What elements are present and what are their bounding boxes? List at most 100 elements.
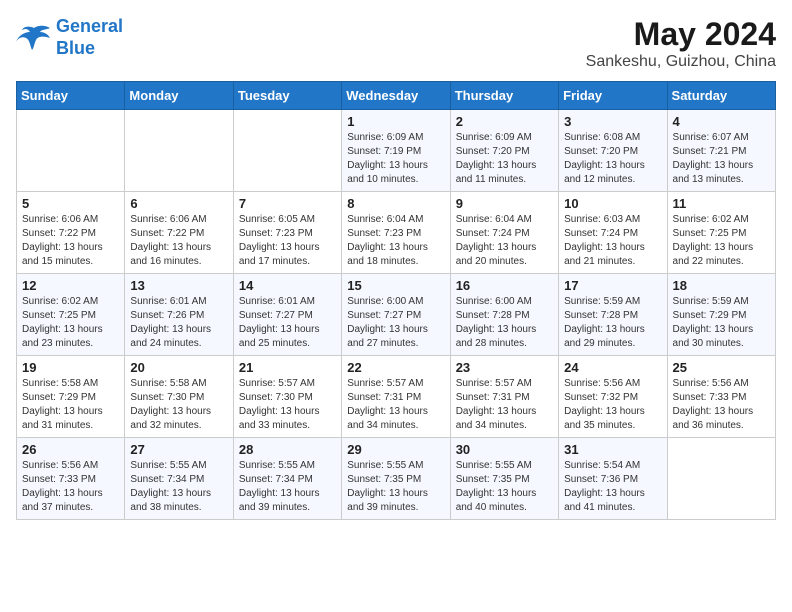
day-number: 10 [564, 196, 661, 211]
day-info: Sunrise: 6:08 AM Sunset: 7:20 PM Dayligh… [564, 131, 661, 187]
calendar-cell: 5Sunrise: 6:06 AM Sunset: 7:22 PM Daylig… [17, 192, 125, 274]
header-day-tuesday: Tuesday [233, 82, 341, 110]
header-day-monday: Monday [125, 82, 233, 110]
day-number: 7 [239, 196, 336, 211]
day-info: Sunrise: 6:07 AM Sunset: 7:21 PM Dayligh… [673, 131, 770, 187]
day-number: 2 [456, 114, 553, 129]
calendar-cell: 18 Sunrise: 5:59 AM Sunset: 7:29 PM Dayli… [667, 274, 775, 356]
logo-text-line2: Blue [56, 38, 123, 60]
page-subtitle: Sankeshu, Guizhou, China [586, 53, 776, 71]
day-info: Sunrise: 5:57 AM Sunset: 7:30 PM Dayligh… [239, 377, 336, 433]
calendar-cell: 3 Sunrise: 6:08 AM Sunset: 7:20 PM Daylig… [559, 110, 667, 192]
header: General Blue May 2024 Sankeshu, Guizhou,… [16, 16, 776, 71]
day-info: Sunrise: 6:04 AM Sunset: 7:23 PM Dayligh… [347, 213, 444, 269]
day-number: 4 [673, 114, 770, 129]
day-number: 12 [22, 278, 119, 293]
day-info: Sunrise: 5:55 AM Sunset: 7:35 PM Dayligh… [347, 459, 444, 515]
day-info: Sunrise: 6:02 AM Sunset: 7:25 PM Dayligh… [22, 295, 119, 351]
day-info: Sunrise: 5:56 AM Sunset: 7:32 PM Dayligh… [564, 377, 661, 433]
logo-icon [16, 24, 52, 52]
calendar-cell [667, 438, 775, 520]
day-info: Sunrise: 5:55 AM Sunset: 7:34 PM Dayligh… [130, 459, 227, 515]
calendar-cell [17, 110, 125, 192]
day-number: 18 [673, 278, 770, 293]
day-info: Sunrise: 6:02 AM Sunset: 7:25 PM Dayligh… [673, 213, 770, 269]
day-number: 26 [22, 442, 119, 457]
calendar-cell: 27 Sunrise: 5:55 AM Sunset: 7:34 PM Dayli… [125, 438, 233, 520]
day-number: 11 [673, 196, 770, 211]
calendar-cell: 17Sunrise: 5:59 AM Sunset: 7:28 PM Dayli… [559, 274, 667, 356]
day-info: Sunrise: 6:00 AM Sunset: 7:27 PM Dayligh… [347, 295, 444, 351]
page-title: May 2024 [586, 16, 776, 53]
day-number: 13 [130, 278, 227, 293]
day-number: 22 [347, 360, 444, 375]
header-day-wednesday: Wednesday [342, 82, 450, 110]
calendar-cell: 1Sunrise: 6:09 AM Sunset: 7:19 PM Daylig… [342, 110, 450, 192]
header-day-friday: Friday [559, 82, 667, 110]
calendar-cell: 11 Sunrise: 6:02 AM Sunset: 7:25 PM Dayli… [667, 192, 775, 274]
day-info: Sunrise: 5:54 AM Sunset: 7:36 PM Dayligh… [564, 459, 661, 515]
calendar-cell: 6 Sunrise: 6:06 AM Sunset: 7:22 PM Daylig… [125, 192, 233, 274]
calendar-table: SundayMondayTuesdayWednesdayThursdayFrid… [16, 81, 776, 520]
calendar-cell [125, 110, 233, 192]
day-number: 5 [22, 196, 119, 211]
calendar-cell: 30Sunrise: 5:55 AM Sunset: 7:35 PM Dayli… [450, 438, 558, 520]
day-number: 9 [456, 196, 553, 211]
day-number: 1 [347, 114, 444, 129]
day-info: Sunrise: 6:09 AM Sunset: 7:20 PM Dayligh… [456, 131, 553, 187]
day-info: Sunrise: 5:57 AM Sunset: 7:31 PM Dayligh… [347, 377, 444, 433]
calendar-week-4: 19 Sunrise: 5:58 AM Sunset: 7:29 PM Dayli… [17, 356, 776, 438]
day-info: Sunrise: 5:59 AM Sunset: 7:28 PM Dayligh… [564, 295, 661, 351]
day-number: 20 [130, 360, 227, 375]
calendar-cell: 28 Sunrise: 5:55 AM Sunset: 7:34 PM Dayli… [233, 438, 341, 520]
day-number: 16 [456, 278, 553, 293]
day-number: 28 [239, 442, 336, 457]
day-info: Sunrise: 5:55 AM Sunset: 7:34 PM Dayligh… [239, 459, 336, 515]
day-info: Sunrise: 6:03 AM Sunset: 7:24 PM Dayligh… [564, 213, 661, 269]
calendar-cell: 13Sunrise: 6:01 AM Sunset: 7:26 PM Dayli… [125, 274, 233, 356]
calendar-cell: 4 Sunrise: 6:07 AM Sunset: 7:21 PM Daylig… [667, 110, 775, 192]
logo-text-line1: General [56, 16, 123, 38]
day-number: 24 [564, 360, 661, 375]
day-info: Sunrise: 6:04 AM Sunset: 7:24 PM Dayligh… [456, 213, 553, 269]
day-number: 27 [130, 442, 227, 457]
day-number: 19 [22, 360, 119, 375]
day-info: Sunrise: 6:06 AM Sunset: 7:22 PM Dayligh… [130, 213, 227, 269]
calendar-cell: 12 Sunrise: 6:02 AM Sunset: 7:25 PM Dayli… [17, 274, 125, 356]
logo: General Blue [16, 16, 123, 59]
calendar-cell: 25Sunrise: 5:56 AM Sunset: 7:33 PM Dayli… [667, 356, 775, 438]
day-number: 21 [239, 360, 336, 375]
day-number: 8 [347, 196, 444, 211]
day-number: 29 [347, 442, 444, 457]
calendar-cell: 10 Sunrise: 6:03 AM Sunset: 7:24 PM Dayli… [559, 192, 667, 274]
calendar-cell: 7Sunrise: 6:05 AM Sunset: 7:23 PM Daylig… [233, 192, 341, 274]
calendar-cell: 29 Sunrise: 5:55 AM Sunset: 7:35 PM Dayli… [342, 438, 450, 520]
day-info: Sunrise: 5:57 AM Sunset: 7:31 PM Dayligh… [456, 377, 553, 433]
calendar-cell: 16 Sunrise: 6:00 AM Sunset: 7:28 PM Dayli… [450, 274, 558, 356]
day-number: 25 [673, 360, 770, 375]
day-info: Sunrise: 5:56 AM Sunset: 7:33 PM Dayligh… [22, 459, 119, 515]
calendar-week-2: 5 Sunrise: 6:06 AM Sunset: 7:22 PM Daylig… [17, 192, 776, 274]
day-info: Sunrise: 5:55 AM Sunset: 7:35 PM Dayligh… [456, 459, 553, 515]
day-number: 31 [564, 442, 661, 457]
day-number: 23 [456, 360, 553, 375]
calendar-cell: 14Sunrise: 6:01 AM Sunset: 7:27 PM Dayli… [233, 274, 341, 356]
calendar-cell: 20 Sunrise: 5:58 AM Sunset: 7:30 PM Dayli… [125, 356, 233, 438]
calendar-cell [233, 110, 341, 192]
calendar-header-row: SundayMondayTuesdayWednesdayThursdayFrid… [17, 82, 776, 110]
title-area: May 2024 Sankeshu, Guizhou, China [586, 16, 776, 71]
calendar-cell: 19 Sunrise: 5:58 AM Sunset: 7:29 PM Dayli… [17, 356, 125, 438]
day-info: Sunrise: 6:00 AM Sunset: 7:28 PM Dayligh… [456, 295, 553, 351]
calendar-week-5: 26 Sunrise: 5:56 AM Sunset: 7:33 PM Dayli… [17, 438, 776, 520]
day-info: Sunrise: 5:58 AM Sunset: 7:29 PM Dayligh… [22, 377, 119, 433]
day-number: 6 [130, 196, 227, 211]
calendar-cell: 26 Sunrise: 5:56 AM Sunset: 7:33 PM Dayli… [17, 438, 125, 520]
calendar-cell: 24 Sunrise: 5:56 AM Sunset: 7:32 PM Dayli… [559, 356, 667, 438]
header-day-thursday: Thursday [450, 82, 558, 110]
calendar-week-1: 1Sunrise: 6:09 AM Sunset: 7:19 PM Daylig… [17, 110, 776, 192]
calendar-cell: 8 Sunrise: 6:04 AM Sunset: 7:23 PM Daylig… [342, 192, 450, 274]
day-number: 3 [564, 114, 661, 129]
header-day-sunday: Sunday [17, 82, 125, 110]
day-info: Sunrise: 5:59 AM Sunset: 7:29 PM Dayligh… [673, 295, 770, 351]
day-info: Sunrise: 5:58 AM Sunset: 7:30 PM Dayligh… [130, 377, 227, 433]
